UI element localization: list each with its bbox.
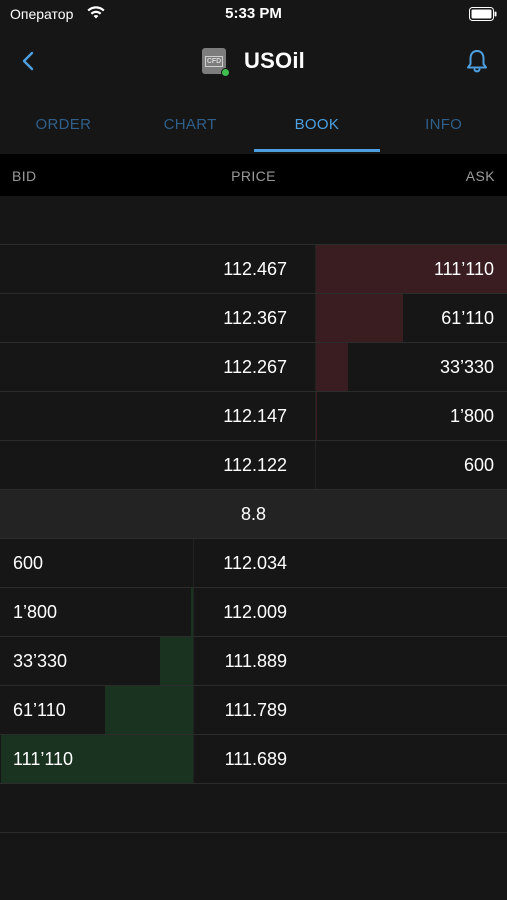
bid-cell: 33’330 [0, 637, 193, 685]
bid-cell: 1’800 [0, 588, 193, 636]
navigation-bar: CFD USOil [0, 30, 507, 92]
ask-cell: 111’110 [315, 245, 507, 293]
ask-row[interactable]: 33’330 112.267 [0, 343, 507, 392]
bid-price: 111.889 [224, 651, 287, 671]
bid-cell: 600 [0, 539, 193, 587]
ask-row[interactable]: 600 112.122 [0, 441, 507, 490]
tab-book[interactable]: BOOK [253, 92, 381, 154]
bell-icon[interactable] [463, 46, 491, 76]
column-divider [315, 245, 316, 293]
bid-row[interactable]: 111’110 111.689 [0, 735, 507, 784]
bid-price: 111.789 [224, 700, 287, 720]
ask-depth-bar [315, 294, 404, 342]
ask-price: 112.267 [223, 357, 287, 377]
price-cell: 112.009 [193, 588, 315, 636]
bid-size: 600 [13, 553, 44, 573]
bid-price: 112.009 [223, 602, 287, 622]
column-divider [193, 637, 194, 685]
ask-size: 600 [463, 455, 494, 475]
bid-price: 112.034 [223, 553, 287, 573]
book-empty-row-bottom [0, 784, 507, 833]
bid-size: 1’800 [13, 602, 58, 622]
price-cell: 112.367 [193, 294, 315, 342]
tab-order[interactable]: ORDER [0, 92, 127, 154]
bid-row[interactable]: 600 112.034 [0, 539, 507, 588]
price-cell: 111.889 [193, 637, 315, 685]
order-book: 111’110 112.467 61’110 112.367 33’330 11… [0, 196, 507, 833]
column-divider [193, 588, 194, 636]
bid-row[interactable]: 61’110 111.789 [0, 686, 507, 735]
column-ask-label: ASK [465, 168, 495, 184]
bid-size: 33’330 [13, 651, 68, 671]
online-status-dot [221, 68, 231, 77]
spread-row: 8.8 [0, 490, 507, 539]
spread-value: 8.8 [240, 504, 267, 524]
column-divider [315, 441, 316, 489]
bid-price: 111.689 [224, 749, 287, 769]
ask-row[interactable]: 111’110 112.467 [0, 245, 507, 294]
book-column-header: BID PRICE ASK [0, 154, 507, 196]
bid-cell: 111’110 [0, 735, 193, 783]
column-divider [315, 392, 316, 440]
bid-row[interactable]: 33’330 111.889 [0, 637, 507, 686]
price-cell: 112.147 [193, 392, 315, 440]
ask-depth-bar [315, 343, 348, 391]
price-cell: 111.789 [193, 686, 315, 734]
ask-price: 112.367 [223, 308, 287, 328]
bid-cell: 61’110 [0, 686, 193, 734]
cfd-badge-label: CFD [204, 55, 224, 67]
tab-info[interactable]: INFO [380, 92, 507, 154]
tab-chart[interactable]: CHART [127, 92, 254, 154]
bid-size: 61’110 [13, 700, 66, 720]
column-price-label: PRICE [231, 168, 276, 184]
ask-cell: 33’330 [315, 343, 507, 391]
book-empty-row-top [0, 196, 507, 245]
ask-cell: 600 [315, 441, 507, 489]
price-cell: 112.267 [193, 343, 315, 391]
title-group: CFD USOil [0, 44, 507, 78]
bid-depth-bar [104, 686, 193, 734]
cfd-instrument-icon: CFD [202, 46, 231, 77]
column-divider [193, 735, 194, 783]
bid-size: 111’110 [13, 749, 74, 769]
tab-bar: ORDER CHART BOOK INFO [0, 92, 507, 154]
ask-size: 1’800 [449, 406, 494, 426]
ask-size: 111’110 [433, 259, 494, 279]
ask-row[interactable]: 1’800 112.147 [0, 392, 507, 441]
ask-size: 61’110 [441, 308, 494, 328]
column-divider [193, 539, 194, 587]
column-divider [193, 686, 194, 734]
ask-price: 112.122 [223, 455, 287, 475]
ask-price: 112.147 [223, 406, 287, 426]
ask-price: 112.467 [223, 259, 287, 279]
bid-row[interactable]: 1’800 112.009 [0, 588, 507, 637]
battery-icon [469, 7, 497, 21]
price-cell: 112.122 [193, 441, 315, 489]
ask-size: 33’330 [439, 357, 494, 377]
column-divider [315, 294, 316, 342]
ask-cell: 1’800 [315, 392, 507, 440]
status-time: 5:33 PM [225, 5, 282, 22]
ask-cell: 61’110 [315, 294, 507, 342]
price-cell: 111.689 [193, 735, 315, 783]
ask-row[interactable]: 61’110 112.367 [0, 294, 507, 343]
status-bar: Оператор 5:33 PM [0, 0, 507, 30]
column-divider [315, 343, 316, 391]
price-cell: 112.034 [193, 539, 315, 587]
price-cell: 112.467 [193, 245, 315, 293]
bid-depth-bar [160, 637, 193, 685]
page-title: USOil [244, 48, 305, 73]
